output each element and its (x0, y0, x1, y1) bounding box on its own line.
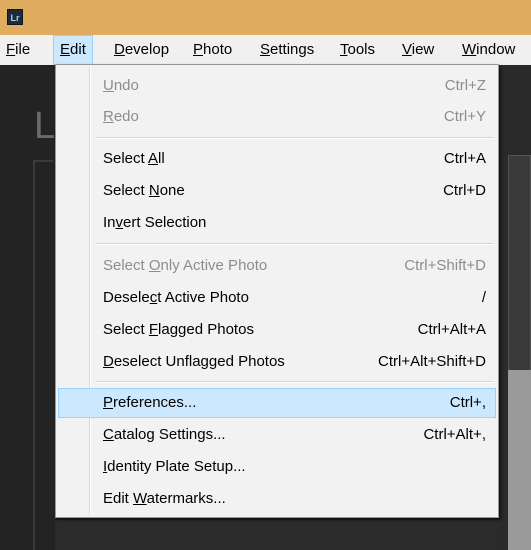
menu-window[interactable]: Window (456, 35, 521, 65)
menu-item-preferences[interactable]: Preferences... Ctrl+, (58, 388, 496, 418)
menu-item-identity-plate-setup[interactable]: Identity Plate Setup... (58, 452, 496, 482)
menu-tools-rest: ools (347, 41, 376, 58)
menu-item-shortcut: / (481, 289, 486, 306)
right-panel-preview (508, 370, 531, 550)
menu-item-deselect-unflagged-photos[interactable]: Deselect Unflagged Photos Ctrl+Alt+Shift… (58, 347, 496, 377)
lightroom-app-icon[interactable]: Lr (7, 9, 23, 25)
left-panel-frame (33, 160, 53, 550)
title-bar: Lr (0, 0, 531, 35)
menu-item-select-flagged-photos[interactable]: Select Flagged Photos Ctrl+Alt+A (58, 315, 496, 345)
menu-separator (96, 381, 494, 383)
menu-item-label: Select All (103, 150, 165, 167)
menu-item-deselect-active-photo[interactable]: Deselect Active Photo / (58, 283, 496, 313)
menu-item-label: Redo (103, 108, 139, 125)
menu-item-shortcut: Ctrl+D (443, 182, 486, 199)
menu-item-shortcut: Ctrl+, (449, 394, 486, 411)
menu-item-shortcut: Ctrl+Shift+D (404, 257, 486, 274)
menu-item-shortcut: Ctrl+Alt+A (417, 321, 486, 338)
menu-item-invert-selection[interactable]: Invert Selection (58, 208, 496, 238)
menu-file-rest: ile (15, 41, 31, 58)
menu-item-shortcut: Ctrl+Alt+, (423, 426, 486, 443)
menu-item-undo[interactable]: Undo Ctrl+Z (58, 71, 496, 101)
menu-item-label: Preferences... (103, 394, 197, 411)
menu-item-edit-watermarks[interactable]: Edit Watermarks... (58, 484, 496, 514)
menu-settings-rest: ettings (270, 41, 315, 58)
menu-item-label: Catalog Settings... (103, 426, 226, 443)
menu-item-label: Deselect Active Photo (103, 289, 249, 306)
menu-item-label: Select Only Active Photo (103, 257, 268, 274)
menu-item-select-all[interactable]: Select All Ctrl+A (58, 144, 496, 174)
menu-settings[interactable]: Settings (254, 35, 320, 65)
menu-edit[interactable]: Edit (53, 35, 93, 65)
menu-item-shortcut: Ctrl+Z (444, 77, 486, 94)
identity-plate-fragment: L (34, 105, 56, 147)
menu-tools[interactable]: Tools (334, 35, 381, 65)
menu-item-label: Select Flagged Photos (103, 321, 254, 338)
menu-item-label: Identity Plate Setup... (103, 458, 246, 475)
menu-item-label: Undo (103, 77, 139, 94)
filmstrip-area (55, 520, 500, 550)
menu-file[interactable]: File (0, 35, 36, 65)
menu-view-rest: iew (411, 41, 435, 58)
menu-separator (96, 243, 494, 245)
edit-menu-dropdown: Undo Ctrl+Z Redo Ctrl+Y Select All Ctrl+… (55, 64, 499, 518)
menu-item-label: Invert Selection (103, 214, 207, 231)
menu-photo-rest: hoto (203, 41, 233, 58)
menu-item-label: Select None (103, 182, 185, 199)
menu-item-label: Edit Watermarks... (103, 490, 226, 507)
menu-bar: File Edit Develop Photo Settings Tools V… (0, 35, 531, 65)
menu-develop[interactable]: Develop (108, 35, 175, 65)
menu-photo[interactable]: Photo (187, 35, 238, 65)
menu-item-catalog-settings[interactable]: Catalog Settings... Ctrl+Alt+, (58, 420, 496, 450)
menu-item-shortcut: Ctrl+Y (443, 108, 486, 125)
menu-window-rest: indow (476, 41, 516, 58)
menu-item-select-none[interactable]: Select None Ctrl+D (58, 176, 496, 206)
menu-separator (96, 137, 494, 139)
menu-item-shortcut: Ctrl+Alt+Shift+D (378, 353, 486, 370)
menu-develop-rest: evelop (124, 41, 170, 58)
menu-view[interactable]: View (396, 35, 440, 65)
menu-item-select-only-active-photo[interactable]: Select Only Active Photo Ctrl+Shift+D (58, 251, 496, 281)
menu-item-shortcut: Ctrl+A (443, 150, 486, 167)
menu-edit-rest: dit (70, 41, 86, 58)
right-panel (500, 65, 531, 550)
menu-item-redo[interactable]: Redo Ctrl+Y (58, 102, 496, 132)
menu-item-label: Deselect Unflagged Photos (103, 353, 285, 370)
